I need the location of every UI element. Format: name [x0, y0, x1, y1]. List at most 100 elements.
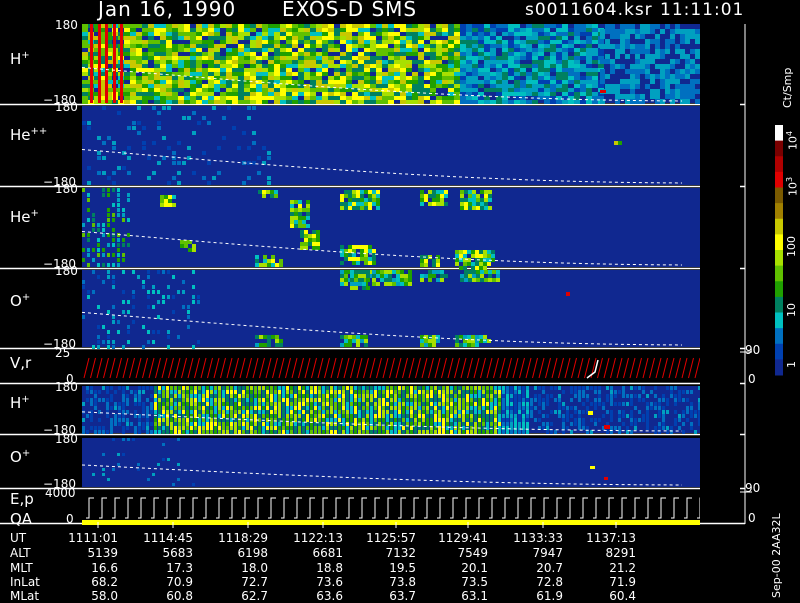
hplus-cell: [605, 24, 610, 29]
oplus-cell: [356, 335, 360, 339]
hplus2-cell: [678, 398, 681, 402]
hplus-cell: [178, 28, 184, 32]
hplus2-cell: [574, 386, 577, 390]
hplus-cell: [196, 88, 202, 92]
oplus2-cell: [102, 468, 105, 471]
oplus-cell: [127, 340, 130, 344]
hplus2-cell: [682, 390, 685, 394]
hplus-cell: [82, 32, 88, 36]
oplus-cell: [275, 339, 279, 343]
hplus2-cell: [390, 394, 393, 398]
hplus2-cell: [370, 406, 373, 410]
hplus-cell: [208, 56, 214, 60]
hplus-cell: [430, 40, 436, 44]
hplus2-cell: [494, 422, 497, 426]
heplus-cell: [488, 194, 492, 198]
panel-label-1: He++: [10, 126, 48, 144]
hplus-cell: [640, 64, 645, 69]
hplus-cell: [214, 84, 220, 88]
hplus2-cell: [382, 426, 385, 430]
hplus-cell: [508, 84, 514, 88]
hplus-cell: [346, 56, 352, 60]
hplus-cell: [568, 72, 574, 76]
hplus-cell: [280, 72, 286, 76]
hplus-cell: [202, 72, 208, 76]
panel-label-2: He+: [10, 208, 39, 226]
hplus-cell: [544, 84, 550, 88]
hplus2-cell: [566, 426, 569, 430]
hplus2-cell: [666, 398, 669, 402]
oplus-cell: [479, 335, 483, 339]
heplus-cell: [360, 198, 364, 202]
hplus2-cell: [382, 386, 385, 390]
table-cell: 68.2: [91, 575, 118, 589]
hplus-cell: [600, 79, 605, 84]
hplus-cell: [304, 52, 310, 56]
hplus-cell: [184, 68, 190, 72]
hplus-cell: [142, 28, 148, 32]
hplus-cell: [490, 28, 496, 32]
hplus-cell: [274, 36, 280, 40]
hplus-cell: [358, 52, 364, 56]
hplus-cell: [220, 92, 226, 96]
hplus-cell: [472, 24, 478, 28]
hplus-cell: [232, 52, 238, 56]
hplus-cell: [615, 54, 620, 59]
oplus-cell: [372, 274, 376, 278]
hplus2-cell: [362, 430, 365, 434]
hplus-cell: [316, 72, 322, 76]
hplus-cell: [508, 28, 514, 32]
hplus-cell: [400, 40, 406, 44]
hplus2-cell: [94, 426, 97, 430]
hplus-cell: [232, 28, 238, 32]
heplus-cell: [348, 257, 352, 261]
hplus2-cell: [474, 402, 477, 406]
hplus-cell: [680, 49, 685, 54]
hplus-cell: [502, 60, 508, 64]
heplus-cell: [306, 208, 310, 212]
hplus2-cell: [430, 430, 433, 434]
hplus2-cell: [346, 398, 349, 402]
heplus-cell: [344, 257, 348, 261]
colorbar-segment: [775, 203, 783, 220]
oplus-cell: [122, 290, 125, 294]
oplus-cell: [455, 343, 459, 347]
heplusplus-cell: [137, 121, 141, 125]
hplus-cell: [448, 44, 454, 48]
hplus-cell: [304, 56, 310, 60]
hplus2-cell: [178, 386, 181, 390]
hplus-cell: [544, 48, 550, 52]
heplus-cell: [424, 259, 428, 263]
hplus2-cell: [174, 418, 177, 422]
hplus2-cell: [582, 410, 585, 414]
table-cell: 6681: [312, 546, 343, 560]
hplus2-cell: [126, 410, 129, 414]
hplus2-cell: [518, 406, 521, 410]
hplus-cell: [334, 32, 340, 36]
oplus-cell: [392, 282, 396, 286]
heplusplus-cell: [252, 141, 256, 145]
hplus2-cell: [434, 394, 437, 398]
hplus2-cell: [222, 402, 225, 406]
heplus-cell: [164, 203, 168, 207]
hplus2-cell: [154, 414, 157, 418]
heplus-cell: [472, 194, 476, 198]
hplus-cell: [544, 88, 550, 92]
hplus-cell: [655, 99, 660, 104]
hplus-cell: [424, 36, 430, 40]
oplus-cell: [344, 274, 348, 278]
hplus2-cell: [270, 430, 273, 434]
hplus2-cell: [366, 422, 369, 426]
oplus-cell: [432, 339, 436, 343]
hplus-cell: [406, 76, 412, 80]
heplus-cell: [372, 190, 376, 194]
heplus-cell: [304, 242, 308, 246]
hplus-cell: [208, 64, 214, 68]
hplus-cell: [660, 69, 665, 74]
heplus-cell: [479, 262, 483, 266]
hplus-cell: [358, 60, 364, 64]
hplus2-cell: [222, 406, 225, 410]
hplus2-cell: [634, 422, 637, 426]
hplus-cell: [172, 28, 178, 32]
hplus2-cell: [258, 430, 261, 434]
